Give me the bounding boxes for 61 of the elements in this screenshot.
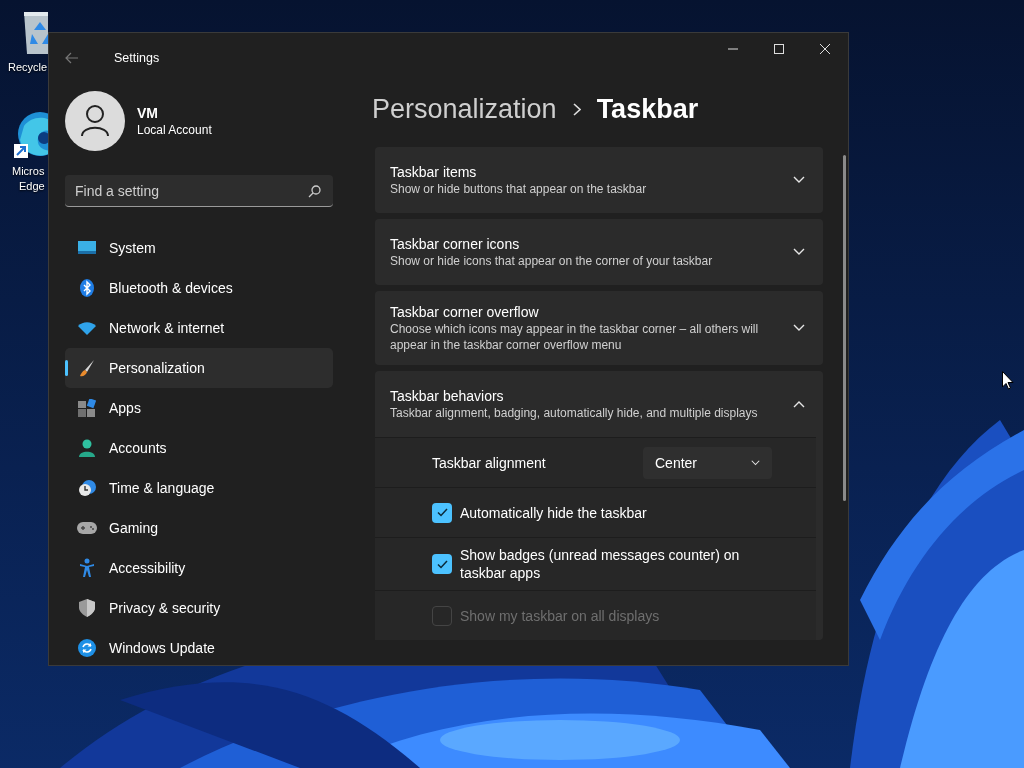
card-title: Taskbar behaviors — [390, 387, 505, 405]
brush-icon — [79, 359, 95, 377]
checkbox-label: Automatically hide the taskbar — [460, 503, 647, 522]
clock-icon — [78, 479, 96, 497]
account-type: Local Account — [137, 122, 212, 138]
pointer-icon — [1002, 371, 1014, 390]
nav-item[interactable]: Gaming — [65, 508, 333, 548]
nav-item[interactable]: Personalization — [65, 348, 333, 388]
checkbox[interactable] — [432, 554, 452, 574]
nav-item[interactable]: Apps — [65, 388, 333, 428]
nav-item[interactable]: System — [65, 228, 333, 268]
setting-card[interactable]: Taskbar corner icons Show or hide icons that appear on the corner of your taskbar — [375, 219, 823, 285]
bluetooth-icon — [80, 279, 94, 297]
nav-item[interactable]: Time & language — [65, 468, 333, 508]
page-title: Taskbar — [596, 93, 699, 125]
card-description: Taskbar alignment, badging, automatically hide, and multiple displays — [390, 405, 759, 421]
checkmark-icon — [436, 508, 448, 517]
person-outline-icon — [81, 105, 109, 137]
nav-item[interactable]: Bluetooth & devices — [65, 268, 333, 308]
card-title: Taskbar corner icons — [390, 235, 521, 253]
scrollbar[interactable] — [843, 155, 846, 501]
card-title: Taskbar items — [390, 163, 478, 181]
icon-label: Recycle — [8, 60, 48, 75]
monitor-icon — [78, 241, 96, 255]
setting-card[interactable] — [375, 371, 823, 640]
user-name: VM — [137, 104, 159, 122]
card-description: Show or hide icons that appear on the corner of your taskbar — [390, 253, 714, 269]
back-arrow-icon[interactable] — [65, 52, 79, 64]
setting-label: Taskbar alignment — [432, 454, 547, 471]
person-icon — [79, 439, 95, 457]
apps-icon — [78, 399, 96, 417]
maximize-icon — [774, 44, 784, 54]
checkbox[interactable] — [432, 502, 452, 523]
nav-item[interactable]: Privacy & security — [65, 588, 333, 628]
shield-icon — [79, 599, 95, 617]
nav-item[interactable]: Accessibility — [65, 548, 333, 588]
gamepad-icon — [77, 521, 97, 535]
wifi-icon — [78, 321, 96, 335]
card-title: Taskbar corner overflow — [390, 303, 540, 321]
nav-item[interactable]: Network & internet — [65, 308, 333, 348]
setting-card[interactable]: Taskbar items Show or hide buttons that appear on the taskbar — [375, 147, 823, 213]
chevron-right-icon — [572, 102, 581, 116]
card-description: Choose which icons may appear in the taskbar corner – all others will appear in the taskbar corner overflow menu — [390, 321, 760, 353]
checkmark-icon — [436, 559, 448, 569]
icon-label: Edge — [19, 179, 45, 194]
nav-item[interactable]: Windows Update — [65, 628, 333, 665]
checkbox-label: Show badges (unread messages counter) on taskbar apps — [460, 546, 741, 582]
dropdown[interactable]: Center — [643, 446, 772, 479]
close-icon — [820, 44, 830, 54]
checkbox-label: Show my taskbar on all displays — [460, 606, 660, 625]
accessibility-icon — [79, 558, 95, 578]
search-icon — [308, 185, 321, 198]
nav-item[interactable]: Accounts — [65, 428, 333, 468]
icon-label: Micros — [12, 164, 45, 179]
chevron-icon — [751, 459, 760, 466]
search-field[interactable]: Find a setting — [65, 175, 333, 207]
setting-card[interactable]: Taskbar corner overflow Choose which icons may appear in the taskbar corner – all others will appear in the taskbar corner overflow menu — [375, 291, 823, 365]
card-description: Show or hide buttons that appear on the taskbar — [390, 181, 648, 197]
breadcrumb-link[interactable]: Personalization — [372, 93, 557, 125]
sync-icon — [78, 639, 96, 657]
window-title: Settings — [114, 51, 160, 65]
